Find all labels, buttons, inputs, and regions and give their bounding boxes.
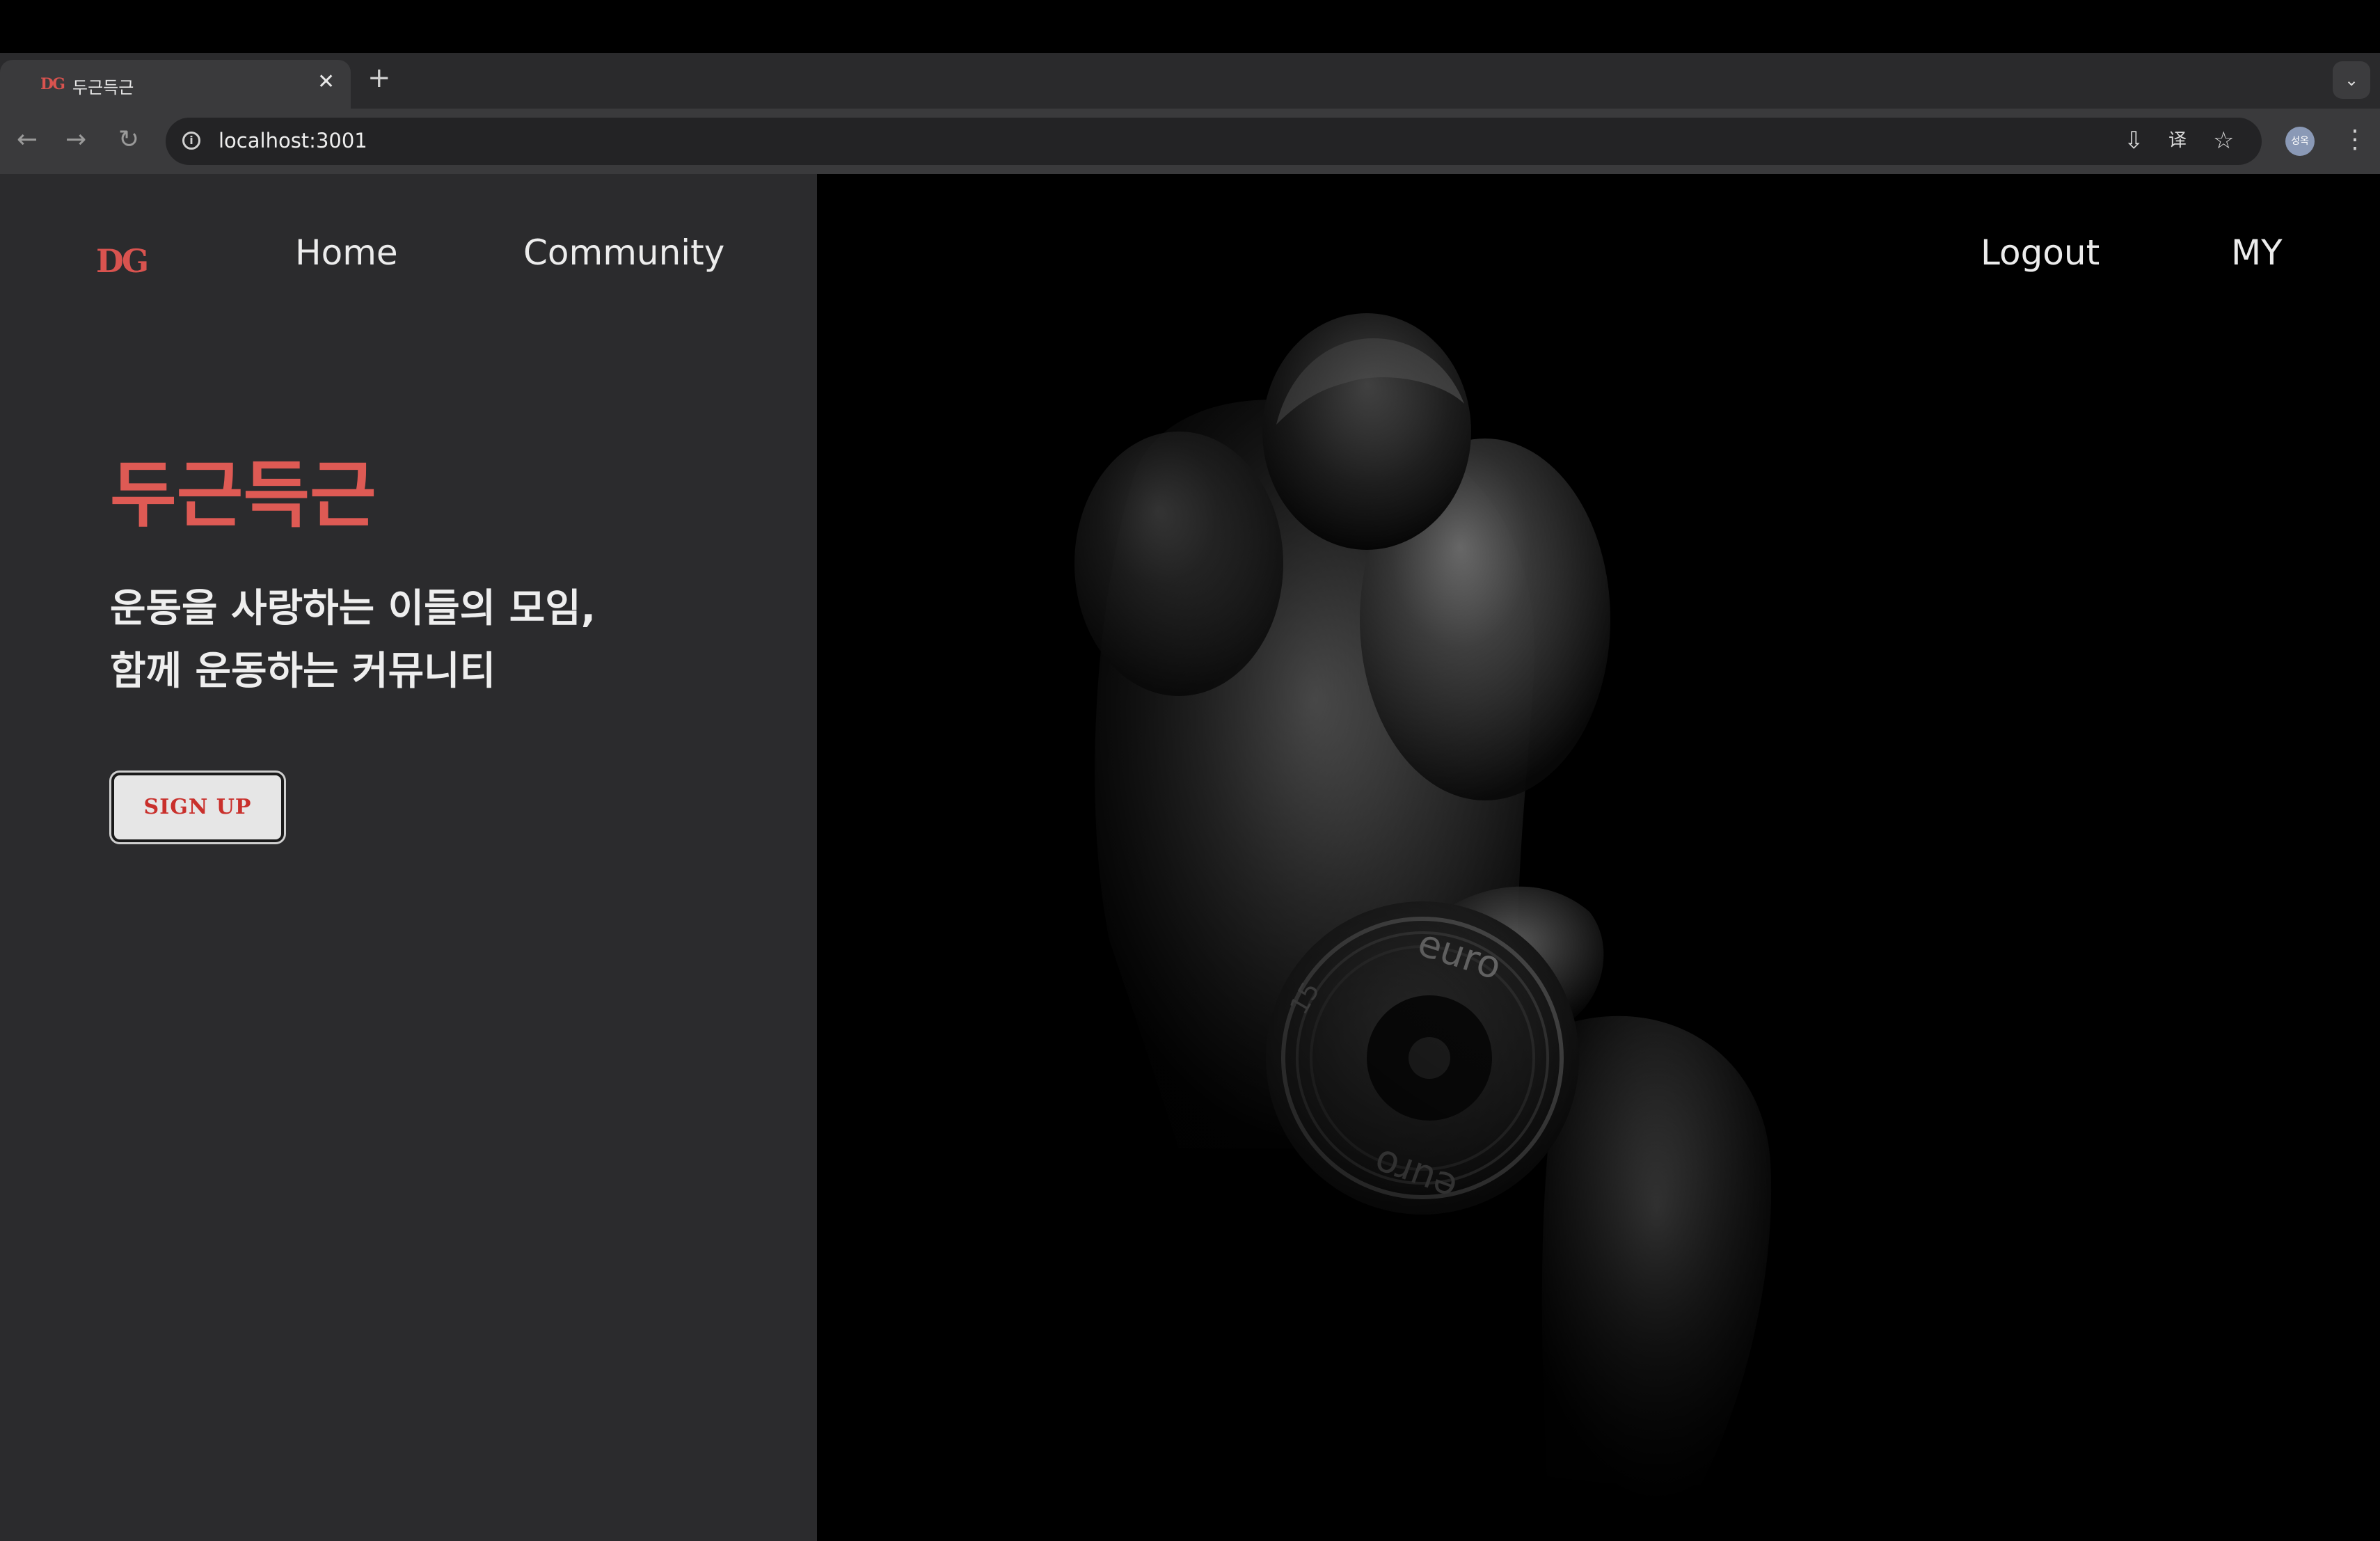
nav-my-link[interactable]: MY	[2231, 232, 2283, 273]
install-app-icon[interactable]: ⇩	[2124, 126, 2144, 155]
hero-bodybuilder-photo: euro euro 15	[817, 174, 2380, 1541]
hero-image-panel: euro euro 15 Logout MY	[817, 174, 2380, 1541]
bookmark-star-icon[interactable]: ☆	[2213, 126, 2234, 155]
address-bar[interactable]: i localhost:3001 ⇩ 译 ☆	[166, 118, 2262, 165]
nav-home-link[interactable]: Home	[295, 232, 398, 273]
tagline-line-2: 함께 운동하는 커뮤니티	[110, 649, 496, 694]
nav-community-link[interactable]: Community	[523, 232, 724, 273]
back-arrow-icon[interactable]: ←	[17, 124, 38, 156]
profile-avatar[interactable]: 성옥	[2285, 127, 2315, 156]
tab-favicon-icon: DG	[40, 75, 65, 93]
reload-icon[interactable]: ↻	[118, 124, 139, 156]
nav-logout-link[interactable]: Logout	[1981, 232, 2100, 273]
tagline-line-1: 운동을 사랑하는 이들의 모임,	[110, 586, 596, 631]
tab-title: 두근득근	[72, 78, 134, 97]
page-viewport: DG Home Community 두근득근 운동을 사랑하는 이들의 모임, …	[0, 174, 2380, 1541]
site-logo[interactable]: DG	[96, 242, 149, 280]
translate-icon[interactable]: 译	[2168, 126, 2187, 155]
forward-arrow-icon[interactable]: →	[65, 124, 86, 156]
browser-toolbar: ← → ↻ i localhost:3001 ⇩ 译 ☆ 성옥 ⋮	[0, 109, 2380, 174]
left-panel: DG Home Community 두근득근 운동을 사랑하는 이들의 모임, …	[0, 174, 817, 1541]
tagline: 운동을 사랑하는 이들의 모임, 함께 운동하는 커뮤니티	[110, 578, 596, 703]
new-tab-button[interactable]: +	[367, 64, 391, 92]
url-text[interactable]: localhost:3001	[219, 129, 367, 152]
page-title: 두근득근	[110, 452, 376, 537]
signup-button[interactable]: SIGN UP	[111, 773, 284, 842]
browser-menu-icon[interactable]: ⋮	[2342, 124, 2367, 156]
close-tab-icon[interactable]: ✕	[317, 70, 335, 94]
system-top-strip	[0, 0, 2380, 53]
browser-tab[interactable]: DG 두근득근 ✕	[0, 60, 351, 109]
browser-tab-bar: DG 두근득근 ✕ + ⌄	[0, 53, 2380, 109]
tab-search-button[interactable]: ⌄	[2333, 61, 2370, 99]
site-info-icon[interactable]: i	[182, 132, 200, 150]
